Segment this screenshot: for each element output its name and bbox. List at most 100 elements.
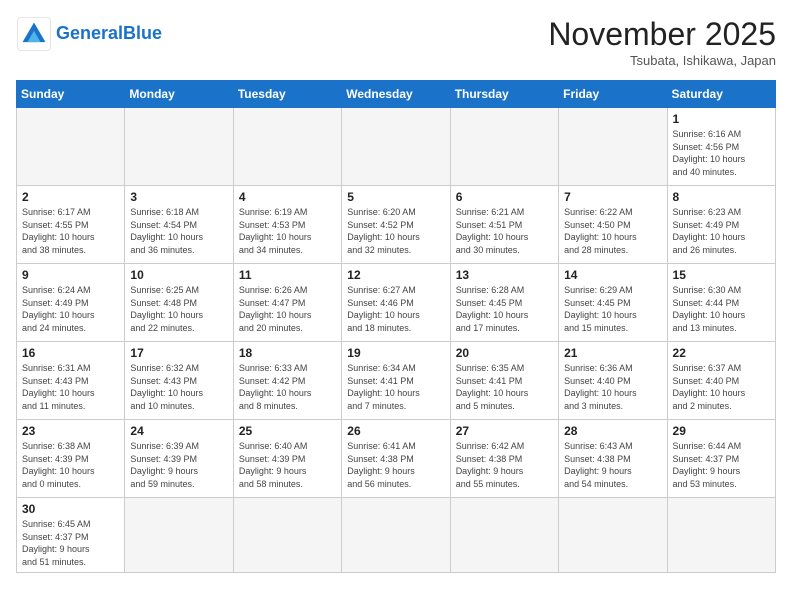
calendar-week-row: 23 Sunrise: 6:38 AM Sunset: 4:39 PM Dayli… [17,420,776,498]
day-info: Sunrise: 6:22 AM Sunset: 4:50 PM Dayligh… [564,206,661,256]
day-number: 16 [22,346,119,360]
weekday-row: SundayMondayTuesdayWednesdayThursdayFrid… [17,81,776,108]
day-info: Sunrise: 6:28 AM Sunset: 4:45 PM Dayligh… [456,284,553,334]
day-info: Sunrise: 6:23 AM Sunset: 4:49 PM Dayligh… [673,206,770,256]
day-number: 1 [673,112,770,126]
logo-text: GeneralBlue [56,24,162,44]
day-info: Sunrise: 6:21 AM Sunset: 4:51 PM Dayligh… [456,206,553,256]
day-info: Sunrise: 6:38 AM Sunset: 4:39 PM Dayligh… [22,440,119,490]
calendar-cell: 30 Sunrise: 6:45 AM Sunset: 4:37 PM Dayli… [17,498,125,573]
day-info: Sunrise: 6:41 AM Sunset: 4:38 PM Dayligh… [347,440,444,490]
calendar-cell [667,498,775,573]
calendar-cell: 26 Sunrise: 6:41 AM Sunset: 4:38 PM Dayli… [342,420,450,498]
calendar-cell [559,108,667,186]
calendar-cell: 9Sunrise: 6:24 AM Sunset: 4:49 PM Daylig… [17,264,125,342]
calendar-cell: 8 Sunrise: 6:23 AM Sunset: 4:49 PM Daylig… [667,186,775,264]
day-info: Sunrise: 6:19 AM Sunset: 4:53 PM Dayligh… [239,206,336,256]
calendar-week-row: 30 Sunrise: 6:45 AM Sunset: 4:37 PM Dayli… [17,498,776,573]
day-info: Sunrise: 6:33 AM Sunset: 4:42 PM Dayligh… [239,362,336,412]
calendar-cell [233,498,341,573]
day-info: Sunrise: 6:45 AM Sunset: 4:37 PM Dayligh… [22,518,119,568]
day-info: Sunrise: 6:37 AM Sunset: 4:40 PM Dayligh… [673,362,770,412]
calendar-cell: 4Sunrise: 6:19 AM Sunset: 4:53 PM Daylig… [233,186,341,264]
day-info: Sunrise: 6:18 AM Sunset: 4:54 PM Dayligh… [130,206,227,256]
day-number: 11 [239,268,336,282]
day-number: 17 [130,346,227,360]
day-info: Sunrise: 6:32 AM Sunset: 4:43 PM Dayligh… [130,362,227,412]
day-info: Sunrise: 6:29 AM Sunset: 4:45 PM Dayligh… [564,284,661,334]
day-number: 3 [130,190,227,204]
day-number: 6 [456,190,553,204]
day-number: 15 [673,268,770,282]
calendar-week-row: 2 Sunrise: 6:17 AM Sunset: 4:55 PM Daylig… [17,186,776,264]
calendar-cell: 19 Sunrise: 6:34 AM Sunset: 4:41 PM Dayli… [342,342,450,420]
day-number: 9 [22,268,119,282]
calendar-week-row: 9Sunrise: 6:24 AM Sunset: 4:49 PM Daylig… [17,264,776,342]
logo-blue: Blue [123,23,162,43]
calendar-cell: 27Sunrise: 6:42 AM Sunset: 4:38 PM Dayli… [450,420,558,498]
calendar-cell: 1 Sunrise: 6:16 AM Sunset: 4:56 PM Daylig… [667,108,775,186]
weekday-header-sunday: Sunday [17,81,125,108]
calendar-cell: 14 Sunrise: 6:29 AM Sunset: 4:45 PM Dayli… [559,264,667,342]
logo-general: General [56,23,123,43]
calendar-cell: 29 Sunrise: 6:44 AM Sunset: 4:37 PM Dayli… [667,420,775,498]
day-number: 24 [130,424,227,438]
calendar-cell: 20Sunrise: 6:35 AM Sunset: 4:41 PM Dayli… [450,342,558,420]
day-number: 19 [347,346,444,360]
day-number: 30 [22,502,119,516]
day-info: Sunrise: 6:31 AM Sunset: 4:43 PM Dayligh… [22,362,119,412]
calendar-cell: 15Sunrise: 6:30 AM Sunset: 4:44 PM Dayli… [667,264,775,342]
calendar-cell: 12 Sunrise: 6:27 AM Sunset: 4:46 PM Dayli… [342,264,450,342]
day-info: Sunrise: 6:34 AM Sunset: 4:41 PM Dayligh… [347,362,444,412]
calendar-week-row: 1 Sunrise: 6:16 AM Sunset: 4:56 PM Daylig… [17,108,776,186]
calendar-cell: 23 Sunrise: 6:38 AM Sunset: 4:39 PM Dayli… [17,420,125,498]
calendar-subtitle: Tsubata, Ishikawa, Japan [548,53,776,68]
weekday-header-monday: Monday [125,81,233,108]
calendar-cell: 21Sunrise: 6:36 AM Sunset: 4:40 PM Dayli… [559,342,667,420]
calendar-cell [559,498,667,573]
calendar-header: SundayMondayTuesdayWednesdayThursdayFrid… [17,81,776,108]
calendar-week-row: 16 Sunrise: 6:31 AM Sunset: 4:43 PM Dayli… [17,342,776,420]
calendar-cell: 10 Sunrise: 6:25 AM Sunset: 4:48 PM Dayli… [125,264,233,342]
day-number: 13 [456,268,553,282]
calendar-cell [17,108,125,186]
header: GeneralBlue November 2025 Tsubata, Ishik… [16,16,776,68]
calendar-cell: 7 Sunrise: 6:22 AM Sunset: 4:50 PM Daylig… [559,186,667,264]
day-number: 25 [239,424,336,438]
day-info: Sunrise: 6:44 AM Sunset: 4:37 PM Dayligh… [673,440,770,490]
day-info: Sunrise: 6:20 AM Sunset: 4:52 PM Dayligh… [347,206,444,256]
day-number: 21 [564,346,661,360]
calendar-table: SundayMondayTuesdayWednesdayThursdayFrid… [16,80,776,573]
day-number: 14 [564,268,661,282]
day-number: 12 [347,268,444,282]
logo-icon [16,16,52,52]
calendar-cell [342,108,450,186]
calendar-cell: 6 Sunrise: 6:21 AM Sunset: 4:51 PM Daylig… [450,186,558,264]
day-info: Sunrise: 6:17 AM Sunset: 4:55 PM Dayligh… [22,206,119,256]
day-number: 26 [347,424,444,438]
day-number: 10 [130,268,227,282]
calendar-cell: 24Sunrise: 6:39 AM Sunset: 4:39 PM Dayli… [125,420,233,498]
calendar-cell [233,108,341,186]
day-info: Sunrise: 6:16 AM Sunset: 4:56 PM Dayligh… [673,128,770,178]
logo: GeneralBlue [16,16,162,52]
day-number: 8 [673,190,770,204]
calendar-cell [125,108,233,186]
day-number: 7 [564,190,661,204]
calendar-title: November 2025 [548,16,776,53]
day-info: Sunrise: 6:26 AM Sunset: 4:47 PM Dayligh… [239,284,336,334]
day-info: Sunrise: 6:27 AM Sunset: 4:46 PM Dayligh… [347,284,444,334]
day-info: Sunrise: 6:42 AM Sunset: 4:38 PM Dayligh… [456,440,553,490]
day-info: Sunrise: 6:43 AM Sunset: 4:38 PM Dayligh… [564,440,661,490]
day-info: Sunrise: 6:40 AM Sunset: 4:39 PM Dayligh… [239,440,336,490]
weekday-header-saturday: Saturday [667,81,775,108]
day-info: Sunrise: 6:25 AM Sunset: 4:48 PM Dayligh… [130,284,227,334]
day-number: 29 [673,424,770,438]
day-number: 23 [22,424,119,438]
calendar-cell: 5Sunrise: 6:20 AM Sunset: 4:52 PM Daylig… [342,186,450,264]
calendar-cell: 17 Sunrise: 6:32 AM Sunset: 4:43 PM Dayli… [125,342,233,420]
title-area: November 2025 Tsubata, Ishikawa, Japan [548,16,776,68]
day-number: 20 [456,346,553,360]
calendar-cell: 13 Sunrise: 6:28 AM Sunset: 4:45 PM Dayli… [450,264,558,342]
day-number: 2 [22,190,119,204]
